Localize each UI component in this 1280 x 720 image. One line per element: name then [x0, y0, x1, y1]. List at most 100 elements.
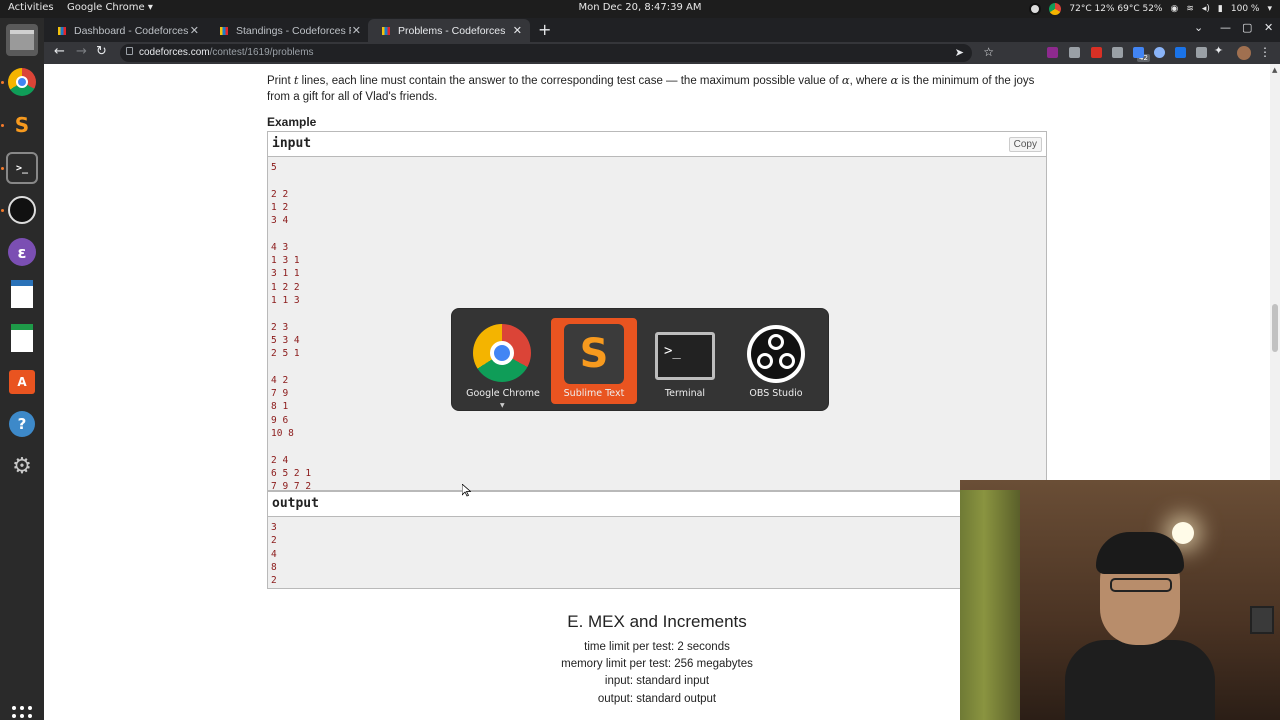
- address-bar[interactable]: codeforces.com/contest/1619/problems ➤ ☆: [120, 44, 994, 62]
- codeforces-favicon-icon: [58, 26, 66, 35]
- wifi-icon[interactable]: ≋: [1186, 4, 1194, 14]
- extension-icon[interactable]: [1112, 47, 1123, 58]
- show-applications-icon[interactable]: [12, 706, 32, 720]
- switcher-label: OBS Studio: [749, 388, 803, 399]
- chevron-down-icon[interactable]: ▾: [1267, 4, 1272, 14]
- close-tab-icon[interactable]: ✕: [513, 24, 522, 37]
- input-line: 6 5 2 1: [271, 467, 312, 479]
- mouse-cursor-icon: [462, 484, 471, 497]
- tab-label: Dashboard - Codeforces R: [74, 24, 189, 37]
- battery-icon[interactable]: ▮: [1218, 4, 1223, 14]
- output-header: output: [268, 492, 1046, 517]
- input-line: 1 2: [271, 201, 289, 213]
- example-heading: Example: [267, 115, 317, 129]
- chrome-menu-icon[interactable]: ⋮: [1259, 45, 1271, 59]
- extension-icon[interactable]: [1154, 47, 1165, 58]
- webcam-lamp: [1172, 522, 1194, 544]
- lock-icon[interactable]: [126, 47, 133, 55]
- terminal-icon: >_: [655, 332, 715, 380]
- maximize-button[interactable]: ▢: [1242, 21, 1252, 34]
- switcher-item-sublime[interactable]: S Sublime Text: [551, 318, 637, 404]
- libreoffice-writer-icon[interactable]: [6, 278, 38, 310]
- extension-icon[interactable]: [1047, 47, 1058, 58]
- close-tab-icon[interactable]: ✕: [352, 24, 361, 37]
- gnome-top-bar: Activities Google Chrome ▾ Mon Dec 20, 8…: [0, 0, 1280, 18]
- extension-icon[interactable]: [1091, 47, 1102, 58]
- files-icon[interactable]: [6, 24, 38, 56]
- ubuntu-software-icon[interactable]: A: [6, 366, 38, 398]
- url-text[interactable]: codeforces.com/contest/1619/problems: [139, 47, 314, 58]
- new-tab-button[interactable]: +: [538, 20, 551, 39]
- close-window-button[interactable]: ✕: [1264, 21, 1273, 34]
- switcher-label: Sublime Text: [563, 388, 625, 399]
- obs-studio-icon: [746, 324, 806, 384]
- chrome-icon[interactable]: [6, 66, 38, 98]
- switcher-item-terminal[interactable]: >_ Terminal: [642, 318, 728, 404]
- chrome-tray-icon[interactable]: [1049, 3, 1062, 15]
- running-indicator: [1, 81, 4, 84]
- close-tab-icon[interactable]: ✕: [190, 24, 199, 37]
- chrome-icon: [473, 324, 533, 384]
- tab-problems[interactable]: Problems - Codeforces ✕: [368, 19, 530, 42]
- tab-dashboard[interactable]: Dashboard - Codeforces R ✕: [44, 19, 207, 42]
- input-line: [271, 227, 1043, 240]
- terminal-icon[interactable]: >_: [6, 152, 38, 184]
- forward-button[interactable]: →: [76, 44, 87, 59]
- obs-tray-icon[interactable]: [1029, 3, 1042, 15]
- webcam-person-body: [1065, 640, 1215, 720]
- system-tray[interactable]: 72°C 12% 69°C 52% ◉ ≋ ◂) ▮ 100 % ▾: [1029, 0, 1280, 18]
- tab-standings[interactable]: Standings - Codeforces R ✕: [206, 19, 369, 42]
- app-switcher: Google Chrome ▼ S Sublime Text >_ Termin…: [451, 308, 829, 411]
- volume-icon[interactable]: ◂): [1202, 4, 1210, 14]
- input-line: 9 6: [271, 414, 289, 426]
- extension-icon[interactable]: [1196, 47, 1207, 58]
- input-line: [271, 174, 1043, 187]
- math-alpha: α: [841, 73, 850, 87]
- libreoffice-calc-icon[interactable]: [6, 322, 38, 354]
- emacs-icon[interactable]: ε: [6, 236, 38, 268]
- obs-studio-icon[interactable]: [6, 194, 38, 226]
- sensors-readout[interactable]: 72°C 12% 69°C 52%: [1069, 4, 1162, 14]
- extensions-puzzle-icon[interactable]: ✦: [1214, 44, 1223, 57]
- battery-level: 100 %: [1230, 4, 1260, 14]
- switcher-item-obs[interactable]: OBS Studio: [733, 318, 819, 404]
- sublime-text-icon: S: [564, 324, 624, 384]
- output-line: 2: [271, 575, 277, 587]
- running-indicator: [1, 167, 4, 170]
- input-line: 10 8: [271, 427, 294, 439]
- input-label: input: [272, 136, 312, 151]
- ubuntu-dock: S >_ ε A ? ⚙: [0, 18, 44, 720]
- input-line: 5: [271, 162, 277, 173]
- extension-icon[interactable]: [1133, 47, 1144, 58]
- input-header: input Copy: [268, 132, 1046, 157]
- switcher-label: Google Chrome: [466, 388, 540, 399]
- profile-avatar[interactable]: [1237, 46, 1251, 60]
- send-to-device-icon[interactable]: ➤: [955, 46, 964, 59]
- scroll-up-arrow[interactable]: ▲: [1272, 66, 1277, 74]
- network-icon[interactable]: ◉: [1170, 4, 1178, 14]
- input-line: 2 4: [271, 454, 289, 466]
- text-fragment: , where: [849, 75, 891, 87]
- url-path: /contest/1619/problems: [209, 47, 314, 58]
- chrome-toolbar: ← → ↻ codeforces.com/contest/1619/proble…: [44, 42, 1280, 64]
- input-line: 1 1 3: [271, 294, 300, 306]
- input-line: 4 3: [271, 241, 289, 253]
- text-fragment: lines, each line must contain the answer…: [298, 75, 842, 87]
- extension-icon[interactable]: [1069, 47, 1080, 58]
- switcher-item-chrome[interactable]: Google Chrome ▼: [460, 318, 546, 409]
- tab-search-icon[interactable]: ⌄: [1194, 21, 1203, 34]
- extension-icon[interactable]: [1175, 47, 1186, 58]
- settings-icon[interactable]: ⚙: [6, 450, 38, 482]
- webcam-person-glasses: [1110, 578, 1172, 592]
- scrollbar-thumb[interactable]: [1272, 304, 1278, 352]
- sublime-text-icon[interactable]: S: [6, 109, 38, 141]
- bookmark-star-icon[interactable]: ☆: [983, 45, 994, 59]
- reload-button[interactable]: ↻: [96, 44, 107, 59]
- copy-button[interactable]: Copy: [1008, 137, 1042, 152]
- output-content[interactable]: 32482: [268, 517, 1046, 591]
- minimize-button[interactable]: —: [1220, 21, 1231, 34]
- running-indicator: [1, 124, 4, 127]
- back-button[interactable]: ←: [54, 44, 65, 59]
- output-line: 4: [271, 548, 277, 560]
- help-icon[interactable]: ?: [6, 408, 38, 440]
